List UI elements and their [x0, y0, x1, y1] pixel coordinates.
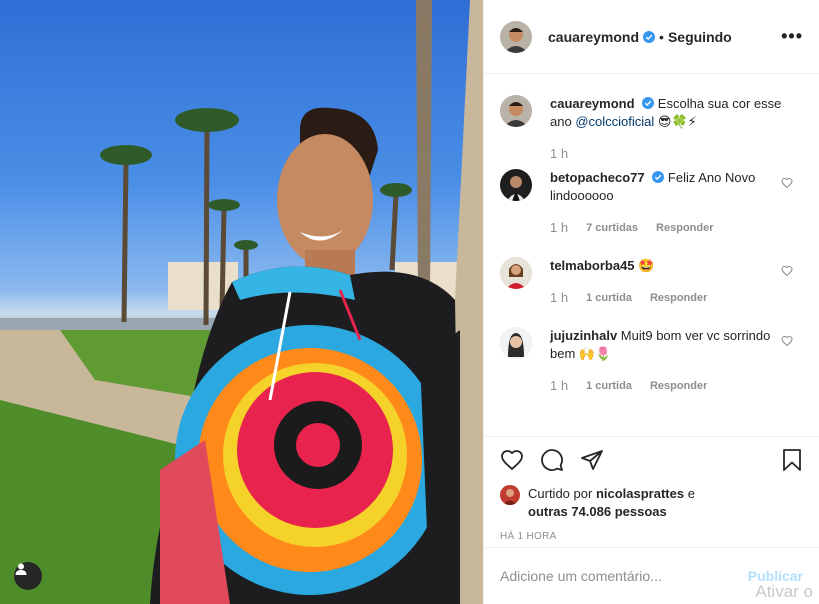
heart-icon[interactable] — [781, 177, 793, 189]
heart-icon[interactable] — [500, 448, 524, 472]
comment-input[interactable] — [500, 568, 748, 584]
comment-username[interactable]: telmaborba45 — [550, 258, 635, 273]
post-header: cauareymond • Seguindo ••• — [484, 0, 819, 74]
post-photo[interactable] — [0, 0, 483, 604]
likes-summary: Curtido por nicolasprattes e outras 74.0… — [500, 485, 803, 521]
liker-avatar[interactable] — [500, 485, 520, 505]
verified-badge-icon — [642, 97, 655, 109]
reply-button[interactable]: Responder — [650, 289, 707, 307]
comment-likes[interactable]: 7 curtidas — [586, 219, 638, 237]
caption-username[interactable]: cauareymond — [550, 96, 635, 111]
liked-by-others-link[interactable]: outras 74.086 pessoas — [528, 504, 667, 519]
comment-item: betopacheco77 Feliz Ano Novo lindoooooo … — [500, 169, 803, 237]
caption-emojis: 😎🍀⚡ — [657, 114, 697, 129]
author-avatar[interactable] — [500, 20, 532, 53]
liked-by-username[interactable]: nicolasprattes — [596, 486, 684, 501]
comment-item: telmaborba45 🤩 1 h 1 curtida Responder — [500, 257, 803, 307]
post-caption: cauareymond Escolha sua cor esse ano @co… — [500, 95, 803, 163]
liked-by-and: e — [687, 486, 695, 501]
post-actions: Curtido por nicolasprattes e outras 74.0… — [484, 436, 819, 542]
reply-button[interactable]: Responder — [656, 219, 713, 237]
user-tag-icon[interactable] — [14, 562, 42, 590]
following-button[interactable]: Seguindo — [668, 29, 732, 45]
comment-time[interactable]: 1 h — [550, 219, 568, 237]
author-avatar[interactable] — [500, 95, 532, 127]
comment-time[interactable]: 1 h — [550, 289, 568, 307]
reply-button[interactable]: Responder — [650, 377, 707, 395]
verified-badge-icon — [643, 30, 656, 43]
comment-likes[interactable]: 1 curtida — [586, 289, 632, 307]
commenter-avatar[interactable] — [500, 169, 532, 201]
windows-activation-watermark: Ativar o — [755, 582, 813, 601]
comments-list[interactable]: cauareymond Escolha sua cor esse ano @co… — [484, 75, 819, 435]
bookmark-icon[interactable] — [781, 448, 803, 472]
header-separator: • — [659, 28, 664, 45]
post-side-panel: cauareymond • Seguindo ••• cauareymond E… — [483, 0, 819, 604]
comment-bubble-icon[interactable] — [540, 448, 564, 472]
verified-badge-icon — [652, 171, 665, 183]
ellipsis-icon[interactable]: ••• — [781, 26, 803, 47]
paper-plane-icon[interactable] — [580, 448, 604, 472]
comment-username[interactable]: jujuzinhalv — [550, 328, 617, 343]
comment-username[interactable]: betopacheco77 — [550, 170, 645, 185]
author-username[interactable]: cauareymond — [548, 29, 639, 45]
photo-scene — [0, 0, 483, 604]
caption-mention-link[interactable]: @colccioficial — [575, 114, 654, 129]
commenter-avatar[interactable] — [500, 257, 532, 289]
heart-icon[interactable] — [781, 335, 793, 347]
commenter-avatar[interactable] — [500, 327, 532, 359]
caption-time[interactable]: 1 h — [550, 145, 568, 163]
comment-likes[interactable]: 1 curtida — [586, 377, 632, 395]
comment-text: 🤩 — [638, 258, 655, 273]
comment-time[interactable]: 1 h — [550, 377, 568, 395]
liked-by-prefix: Curtido por — [528, 486, 593, 501]
comment-item: jujuzinhalv Muit9 bom ver vc sorrindo be… — [500, 327, 803, 395]
heart-icon[interactable] — [781, 265, 793, 277]
post-timestamp[interactable]: HÁ 1 HORA — [500, 531, 803, 542]
